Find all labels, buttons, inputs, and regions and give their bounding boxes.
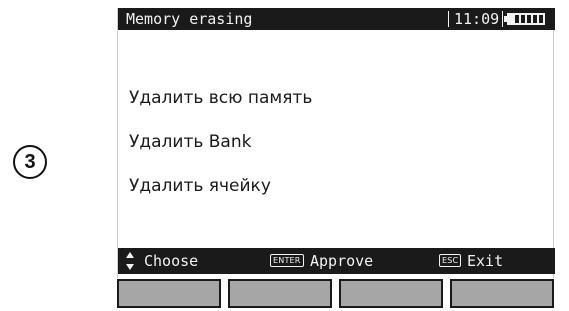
- screen-title: Memory erasing: [126, 10, 253, 28]
- esc-key-icon: ESC: [439, 254, 462, 267]
- title-divider: [448, 11, 449, 27]
- softkey-1[interactable]: [117, 279, 221, 308]
- softkey-row: [117, 279, 554, 308]
- up-down-arrows-icon: [126, 252, 134, 270]
- status-bar: Choose ENTER Approve ESC Exit: [118, 248, 555, 274]
- meter-device: Memory erasing 11:09 Удалить всю память …: [117, 8, 555, 308]
- clock: 11:09: [454, 10, 500, 28]
- enter-key-icon: ENTER: [270, 254, 304, 267]
- menu-item-erase-bank[interactable]: Удалить Bank: [129, 132, 251, 152]
- choose-hint: Choose: [144, 252, 199, 270]
- menu-item-erase-cell[interactable]: Удалить ячейку: [129, 176, 271, 196]
- battery-full-icon: [507, 13, 545, 25]
- title-bar: Memory erasing 11:09: [118, 8, 555, 30]
- menu-item-erase-all-memory[interactable]: Удалить всю память: [129, 88, 312, 108]
- display-screen: Memory erasing 11:09 Удалить всю память …: [117, 8, 555, 278]
- step-number-badge: 3: [13, 145, 47, 179]
- softkey-4[interactable]: [450, 279, 554, 308]
- title-divider: [502, 11, 503, 27]
- approve-hint: Approve: [310, 252, 374, 270]
- softkey-2[interactable]: [228, 279, 332, 308]
- exit-hint: Exit: [467, 252, 504, 270]
- softkey-3[interactable]: [339, 279, 443, 308]
